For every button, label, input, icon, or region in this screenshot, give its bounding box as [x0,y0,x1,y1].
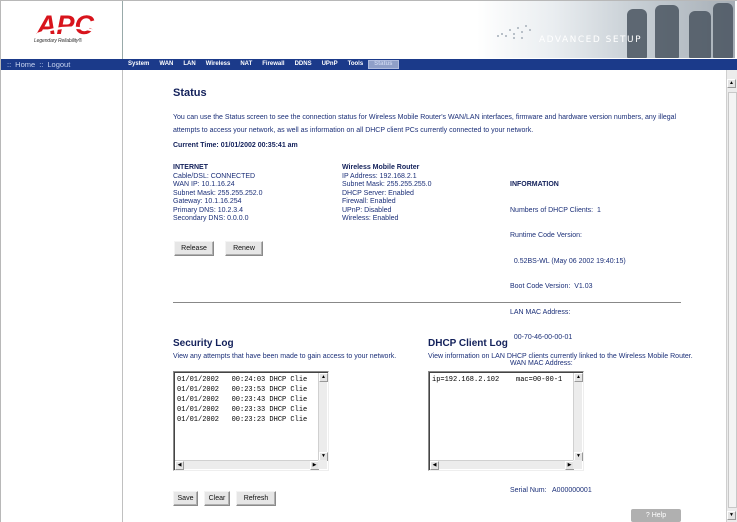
nav-separator: :: [7,60,12,69]
scrollbar-corner [318,460,327,469]
tab-wireless[interactable]: Wireless [201,59,236,70]
tab-wan[interactable]: WAN [154,59,178,70]
help-button[interactable]: ? Help [631,509,681,522]
intro-text: You can use the Status screen to see the… [173,114,677,134]
dhcp-log-title: DHCP Client Log [428,338,508,349]
question-icon: ? [645,512,650,519]
info-line: Subnet Mask: 255.255.255.0 [342,181,432,188]
router-section: Wireless Mobile Router IP Address: 192.1… [342,164,432,224]
main-content: Status You can use the Status screen to … [123,70,726,522]
info-line: IP Address: 192.168.2.1 [342,172,417,180]
log-entry: 01/01/2002 00:23:53 DHCP Clie [177,386,308,394]
info-line: Subnet Mask: 255.255.252.0 [173,189,263,197]
info-line: Secondary DNS: 0.0.0.0 [173,215,249,222]
refresh-button[interactable]: Refresh [236,491,276,506]
tab-system[interactable]: System [123,59,154,70]
page-scroll-up-icon[interactable]: ▲ [727,79,736,88]
router-heading: Wireless Mobile Router [342,164,420,171]
tab-lan[interactable]: LAN [178,59,200,70]
tab-nat[interactable]: NAT [235,59,257,70]
info-line: Cable/DSL: CONNECTED [173,172,256,180]
security-log-textarea[interactable]: 01/01/2002 00:24:03 DHCP Clie 01/01/2002 … [173,371,329,471]
dot-pattern-decoration [497,25,531,39]
info-line: LAN MAC Address: [510,308,571,316]
tab-status[interactable]: Status [368,60,399,69]
banner-figure [713,3,733,58]
nav-separator: :: [39,60,44,69]
apc-logo: APC [36,11,96,37]
sidebar [1,70,123,522]
nav-links: :: Home :: Logout [1,59,123,70]
dhcp-log-description: View information on LAN DHCP clients cur… [428,353,693,360]
horizontal-scrollbar[interactable]: ◀ ▶ [430,460,574,470]
tab-ddns[interactable]: DDNS [290,59,317,70]
save-button[interactable]: Save [173,491,198,506]
info-line: Firewall: Enabled [342,198,396,205]
vertical-scrollbar[interactable]: ▲ ▼ [573,373,583,461]
info-line: Boot Code Version: V1.03 [510,283,593,290]
vertical-scrollbar[interactable]: ▲ ▼ [318,373,328,461]
tagline: Legendary Reliability® [34,38,82,44]
help-label: Help [651,512,667,519]
dhcp-log-textarea[interactable]: ip=192.168.2.102 mac=00-00-1 ▲ ▼ ◀ ▶ [428,371,584,471]
section-divider [173,302,681,303]
log-entry: 01/01/2002 00:24:03 DHCP Clie [177,376,308,384]
renew-button[interactable]: Renew [225,241,263,256]
tab-firewall[interactable]: Firewall [257,59,289,70]
tab-upnp[interactable]: UPnP [317,59,343,70]
dhcp-log-entries: ip=192.168.2.102 mac=00-00-1 [432,375,562,385]
info-line: WAN IP: 10.1.16.24 [173,181,235,188]
info-line: Wireless: Enabled [342,215,399,222]
banner-figure [627,9,647,58]
page-scrollbar[interactable]: ▲ ▼ [726,70,737,522]
logout-link[interactable]: Logout [47,60,70,69]
scroll-up-icon[interactable]: ▲ [574,373,583,382]
apc-logo-text: APC [36,11,95,37]
log-entry: 01/01/2002 00:23:43 DHCP Clie [177,396,308,404]
scroll-left-icon[interactable]: ◀ [175,461,184,470]
scroll-left-icon[interactable]: ◀ [430,461,439,470]
clear-button[interactable]: Clear [204,491,230,506]
release-button[interactable]: Release [174,241,214,256]
current-time: Current Time: 01/01/2002 00:35:41 am [173,142,298,149]
security-log-title: Security Log [173,338,234,349]
horizontal-scrollbar[interactable]: ◀ ▶ [175,460,319,470]
banner-title: ADVANCED SETUP [539,35,643,45]
logo-area: APC Legendary Reliability® [1,1,123,59]
page-title: Status [173,87,207,99]
header: APC Legendary Reliability® ADVANCED SETU… [1,1,737,59]
log-entry: ip=192.168.2.102 mac=00-00-1 [432,376,563,384]
security-log-entries: 01/01/2002 00:24:03 DHCP Clie 01/01/2002 … [177,375,307,425]
info-line: 0.52BS-WL (May 06 2002 19:40:15) [510,257,626,265]
log-entry: 01/01/2002 00:23:33 DHCP Clie [177,406,308,414]
nav-bar: :: Home :: Logout System WAN LAN Wireles… [1,59,737,70]
home-link[interactable]: Home [15,60,35,69]
info-line: Runtime Code Version: [510,232,582,239]
info-line: Serial Num: A000000001 [510,487,592,494]
security-log-description: View any attempts that have been made to… [173,353,397,360]
tab-bar: System WAN LAN Wireless NAT Firewall DDN… [123,59,399,70]
info-line: Numbers of DHCP Clients: 1 [510,206,601,214]
log-entry: 01/01/2002 00:23:23 DHCP Clie [177,416,308,424]
information-heading: INFORMATION [510,181,559,188]
scrollbar-corner [573,460,582,469]
internet-section: INTERNET Cable/DSL: CONNECTED WAN IP: 10… [173,164,263,224]
info-line: Gateway: 10.1.16.254 [173,198,242,205]
page-scroll-down-icon[interactable]: ▼ [727,511,736,520]
info-line: Primary DNS: 10.2.3.4 [173,206,244,214]
banner-figure [655,5,679,58]
info-line: 00-70-46-00-00-01 [510,334,573,341]
banner-figure [689,11,711,58]
advanced-setup-banner: ADVANCED SETUP [477,1,735,58]
info-line: UPnP: Disabled [342,206,392,214]
info-line: DHCP Server: Enabled [342,189,414,197]
internet-heading: INTERNET [173,164,208,171]
tab-tools[interactable]: Tools [343,59,369,70]
scroll-up-icon[interactable]: ▲ [319,373,328,382]
page-scroll-thumb[interactable] [728,92,737,508]
